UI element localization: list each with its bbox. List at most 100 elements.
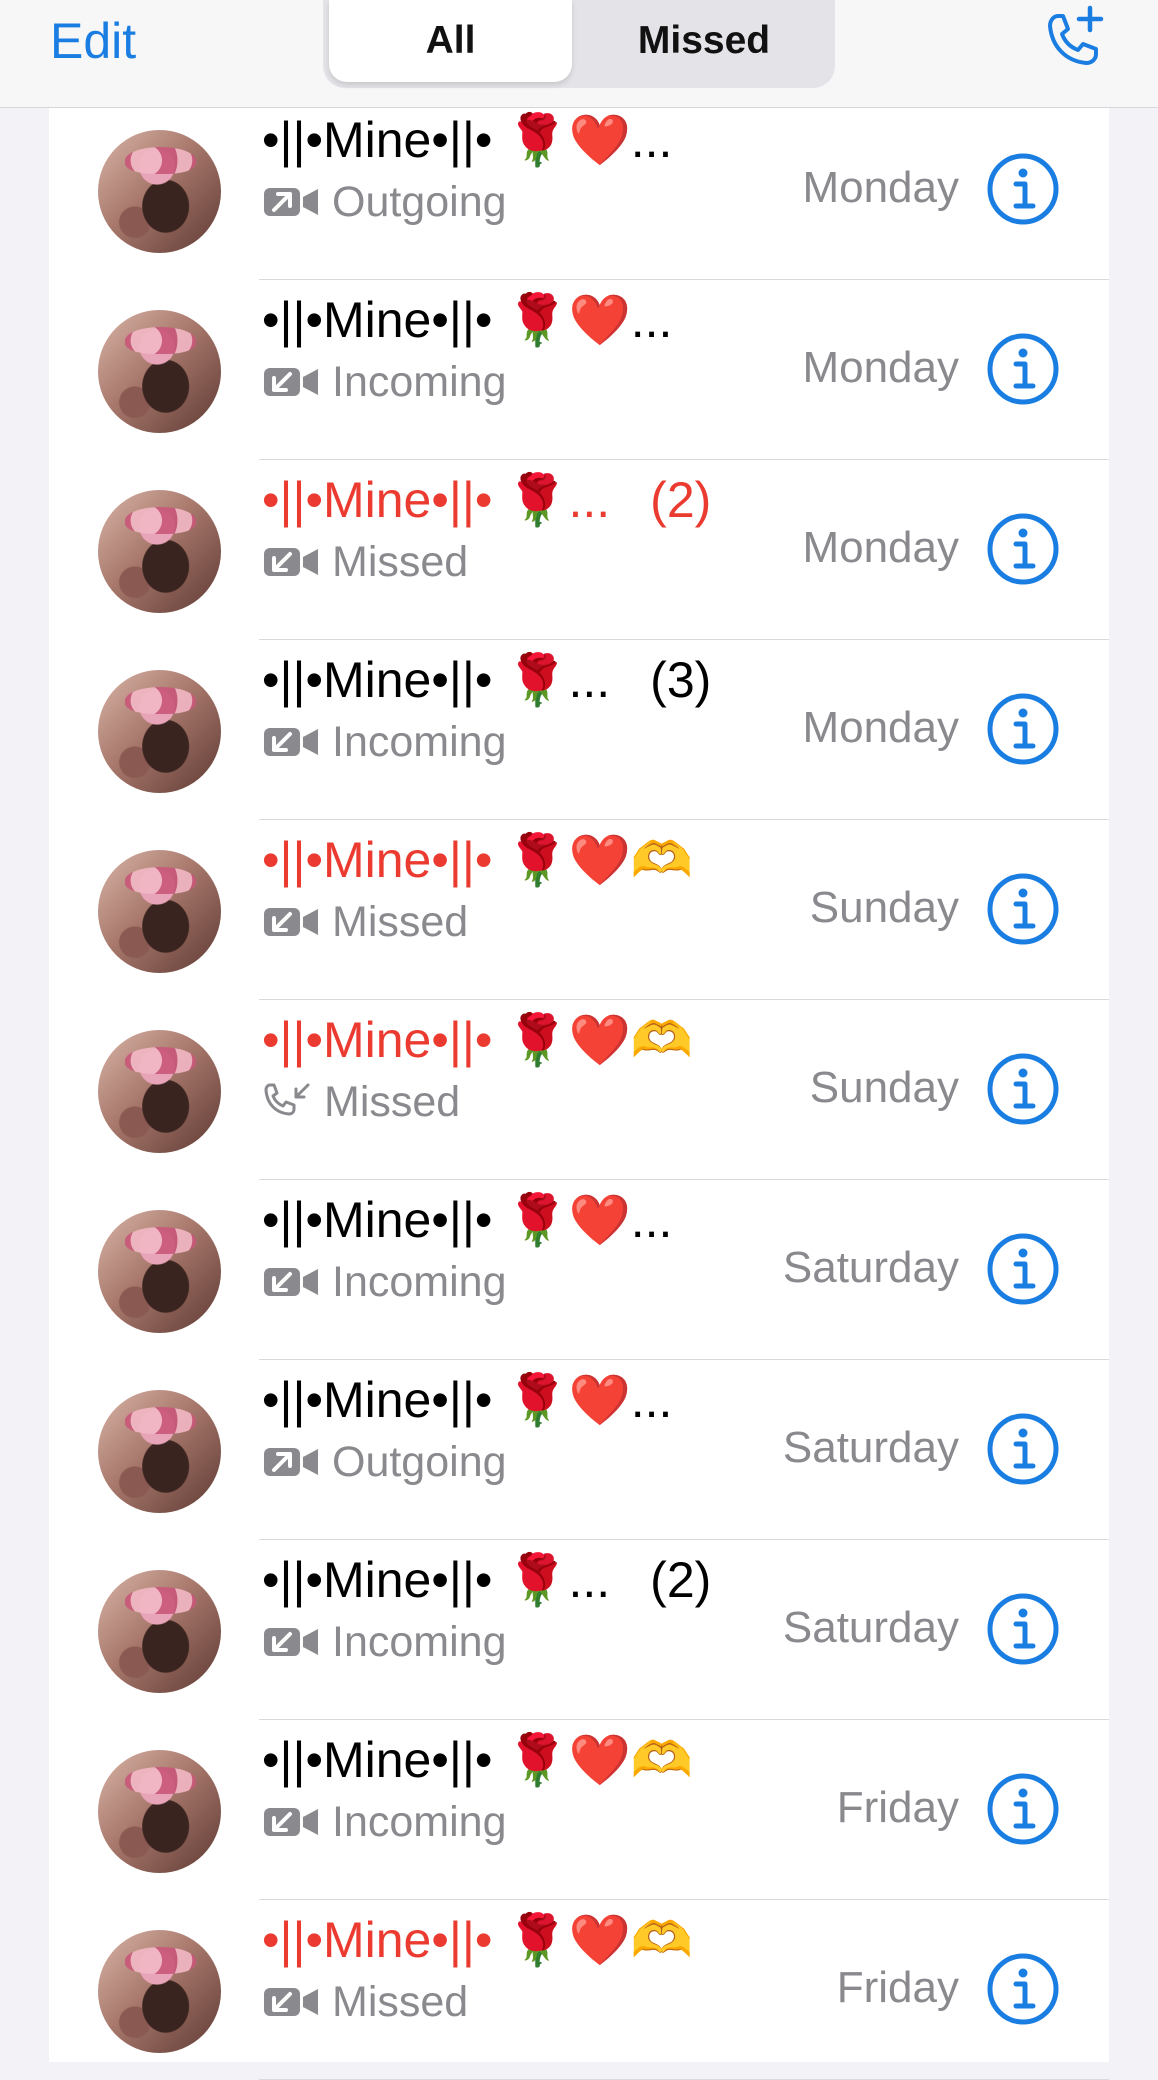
call-type: Incoming [262, 1252, 506, 1312]
info-button[interactable] [985, 1051, 1061, 1127]
call-date: Saturday [783, 1208, 959, 1328]
call-row[interactable]: •||•Mine•||• 🌹... (2) Incoming Saturday [49, 1540, 1109, 1720]
call-date: Sunday [810, 1028, 959, 1148]
call-date: Sunday [810, 848, 959, 968]
contact-name: •||•Mine•||• 🌹... [262, 640, 610, 720]
video-call-icon [262, 362, 320, 402]
info-icon [985, 331, 1061, 407]
contact-name: •||•Mine•||• 🌹❤️🫶 [262, 1900, 693, 1980]
info-button[interactable] [985, 871, 1061, 947]
info-button[interactable] [985, 1231, 1061, 1307]
call-date: Saturday [783, 1388, 959, 1508]
contact-name: •||•Mine•||• 🌹❤️🫶 [262, 1000, 693, 1080]
info-icon [985, 1411, 1061, 1487]
call-type: Missed [262, 1072, 460, 1132]
info-button[interactable] [985, 1411, 1061, 1487]
call-count: (3) [650, 640, 711, 720]
contact-avatar [98, 670, 221, 793]
edit-button[interactable]: Edit [50, 10, 136, 72]
call-type: Incoming [262, 1792, 506, 1852]
video-call-icon [262, 902, 320, 942]
add-call-button[interactable] [1036, 4, 1108, 76]
contact-avatar [98, 1210, 221, 1333]
contact-avatar [98, 1750, 221, 1873]
contact-name: •||•Mine•||• 🌹❤️🫶 [262, 820, 693, 900]
info-icon [985, 871, 1061, 947]
contact-avatar [98, 1390, 221, 1513]
contact-name: •||•Mine•||• 🌹... [262, 460, 610, 540]
call-row[interactable]: •||•Mine•||• 🌹❤️🫶 Incoming Friday [49, 1720, 1109, 1900]
call-date: Friday [837, 1928, 959, 2048]
call-row[interactable]: •||•Mine•||• 🌹... (2) Missed Monday [49, 460, 1109, 640]
call-type: Missed [262, 532, 468, 592]
tab-missed[interactable]: Missed [579, 0, 829, 82]
call-date: Monday [802, 128, 959, 248]
info-button[interactable] [985, 1591, 1061, 1667]
info-button[interactable] [985, 1951, 1061, 2027]
call-type-label: Incoming [332, 1618, 506, 1667]
info-icon [985, 1951, 1061, 2027]
call-type-label: Incoming [332, 358, 506, 407]
call-type: Missed [262, 1972, 468, 2032]
call-type: Outgoing [262, 1432, 507, 1492]
call-date: Monday [802, 488, 959, 608]
contact-avatar [98, 310, 221, 433]
contact-name: •||•Mine•||• 🌹❤️... [262, 1180, 672, 1260]
call-type-label: Incoming [332, 1798, 506, 1847]
contact-avatar [98, 1570, 221, 1693]
video-call-icon [262, 1262, 320, 1302]
recents-list: •||•Mine•||• 🌹❤️... Outgoing Monday •||•… [49, 108, 1109, 2062]
call-row[interactable]: •||•Mine•||• 🌹❤️... Incoming Monday [49, 280, 1109, 460]
info-icon [985, 151, 1061, 227]
video-call-icon [262, 182, 320, 222]
nav-header: Edit All Missed [0, 0, 1158, 108]
call-type-label: Incoming [332, 718, 506, 767]
call-type-label: Missed [332, 538, 468, 587]
filter-segmented-control: All Missed [323, 0, 835, 88]
info-button[interactable] [985, 331, 1061, 407]
call-date: Saturday [783, 1568, 959, 1688]
contact-avatar [98, 490, 221, 613]
tab-all[interactable]: All [329, 0, 572, 82]
info-icon [985, 1771, 1061, 1847]
call-type-label: Missed [332, 898, 468, 947]
info-icon [985, 691, 1061, 767]
info-icon [985, 1591, 1061, 1667]
info-button[interactable] [985, 691, 1061, 767]
call-count: (2) [650, 460, 711, 540]
info-icon [985, 1231, 1061, 1307]
call-date: Friday [837, 1748, 959, 1868]
call-type: Incoming [262, 712, 506, 772]
call-type-label: Incoming [332, 1258, 506, 1307]
call-row[interactable]: •||•Mine•||• 🌹... (3) Incoming Monday [49, 640, 1109, 820]
contact-name: •||•Mine•||• 🌹... [262, 1540, 610, 1620]
info-button[interactable] [985, 511, 1061, 587]
call-row[interactable]: •||•Mine•||• 🌹❤️🫶 Missed Sunday [49, 820, 1109, 1000]
info-button[interactable] [985, 1771, 1061, 1847]
info-icon [985, 511, 1061, 587]
call-row[interactable]: •||•Mine•||• 🌹❤️... Incoming Saturday [49, 1180, 1109, 1360]
call-type-label: Missed [324, 1078, 460, 1127]
call-count: (2) [650, 1540, 711, 1620]
contact-avatar [98, 850, 221, 973]
call-date: Monday [802, 308, 959, 428]
call-row[interactable]: •||•Mine•||• 🌹❤️🫶 Missed Friday [49, 1900, 1109, 2080]
phone-plus-icon [1036, 4, 1108, 76]
call-row[interactable]: •||•Mine•||• 🌹❤️🫶 Missed Sunday [49, 1000, 1109, 1180]
call-row[interactable]: •||•Mine•||• 🌹❤️... Outgoing Monday [49, 100, 1109, 280]
call-type: Incoming [262, 352, 506, 412]
contact-avatar [98, 1030, 221, 1153]
call-type: Outgoing [262, 172, 507, 232]
call-type-label: Outgoing [332, 178, 507, 227]
call-row[interactable]: •||•Mine•||• 🌹❤️... Outgoing Saturday [49, 1360, 1109, 1540]
call-type-label: Outgoing [332, 1438, 507, 1487]
call-type: Incoming [262, 1612, 506, 1672]
contact-name: •||•Mine•||• 🌹❤️... [262, 100, 672, 180]
contact-name: •||•Mine•||• 🌹❤️... [262, 1360, 672, 1440]
call-type-label: Missed [332, 1978, 468, 2027]
contact-name: •||•Mine•||• 🌹❤️... [262, 280, 672, 360]
video-call-icon [262, 1442, 320, 1482]
info-button[interactable] [985, 151, 1061, 227]
contact-name: •||•Mine•||• 🌹❤️🫶 [262, 1720, 693, 1800]
phone-incoming-icon [262, 1082, 312, 1122]
